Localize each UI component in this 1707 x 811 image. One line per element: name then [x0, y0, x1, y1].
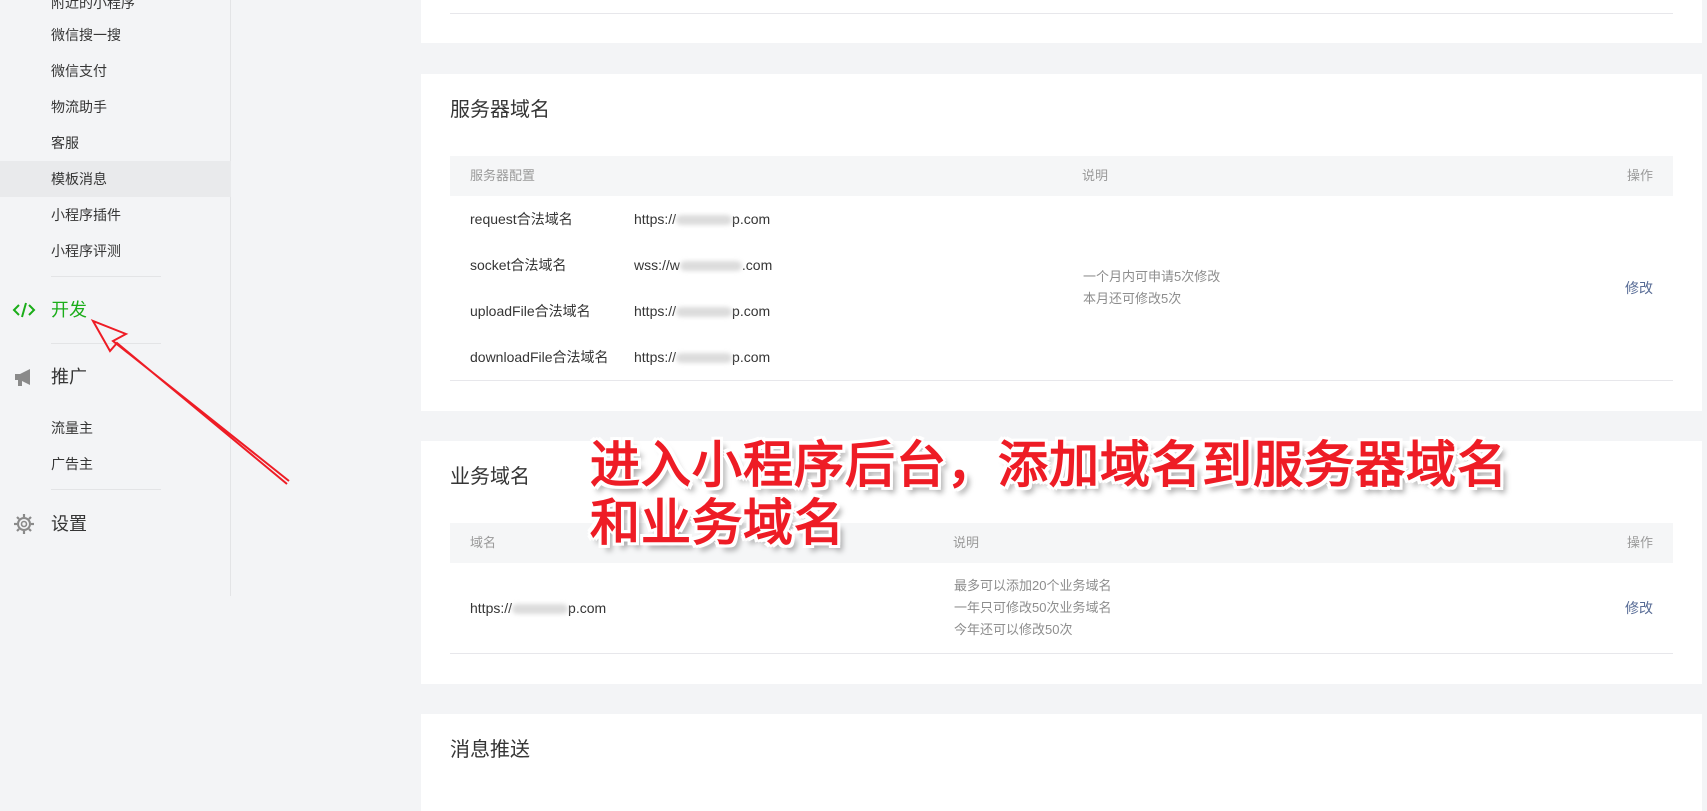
server-domain-title: 服务器域名	[450, 99, 550, 121]
sidebar-item-wechat-search[interactable]: 微信搜一搜	[51, 26, 121, 44]
business-domain-title: 业务域名	[450, 466, 530, 488]
header-domain: 域名	[470, 535, 497, 550]
server-domain-desc-2: 本月还可修改5次	[1083, 291, 1182, 306]
sidebar-divider	[51, 343, 161, 344]
header-config: 服务器配置	[470, 168, 536, 183]
megaphone-icon	[12, 366, 36, 388]
sidebar-item-plugins[interactable]: 小程序插件	[51, 206, 121, 224]
server-domain-table-header: 服务器配置 说明 操作	[450, 156, 1673, 196]
message-push-card: 消息推送	[421, 714, 1702, 811]
sidebar-group-dev[interactable]: 开发	[0, 295, 231, 325]
row-divider	[450, 13, 1673, 14]
header-op: 操作	[1626, 168, 1653, 183]
sidebar-group-settings-label: 设置	[51, 514, 87, 534]
sidebar-item-logistics[interactable]: 物流助手	[51, 98, 107, 116]
business-domain-desc-2: 一年只可修改50次业务域名	[954, 600, 1112, 615]
gear-icon	[12, 513, 36, 535]
header-op: 操作	[1626, 535, 1653, 550]
annotation-caption: 进入小程序后台，添加域名到服务器域名 和业务域名	[590, 436, 1590, 552]
sidebar-divider	[51, 489, 161, 490]
sidebar-group-promo[interactable]: 推广	[0, 362, 231, 392]
sidebar-group-promo-label: 推广	[51, 367, 87, 387]
previous-section-card	[421, 0, 1702, 43]
row-download-label: downloadFile合法域名	[470, 349, 609, 365]
message-push-title: 消息推送	[450, 739, 530, 761]
sidebar-item-template-message[interactable]: 模板消息	[0, 161, 231, 197]
code-icon	[12, 299, 36, 321]
row-socket-value: wss://w .com	[634, 257, 773, 273]
business-domain-desc-1: 最多可以添加20个业务域名	[954, 578, 1112, 593]
business-domain-modify-link[interactable]: 修改	[1625, 599, 1653, 617]
annotation-line-1: 进入小程序后台，添加域名到服务器域名	[590, 436, 1508, 494]
server-domain-modify-link[interactable]: 修改	[1625, 279, 1653, 297]
row-download-value: https://p.com	[634, 349, 771, 365]
row-socket-label: socket合法域名	[470, 257, 567, 273]
row-upload-label: uploadFile合法域名	[470, 303, 591, 319]
row-request-value: https://p.com	[634, 211, 771, 227]
header-desc: 说明	[1082, 168, 1109, 183]
server-domain-card: 服务器域名 服务器配置 说明 操作 request合法域名 https://p.…	[421, 74, 1702, 411]
row-request-label: request合法域名	[470, 211, 573, 227]
sidebar-item-traffic-owner[interactable]: 流量主	[51, 419, 93, 437]
sidebar-divider	[51, 276, 161, 277]
sidebar-item-wechat-pay[interactable]: 微信支付	[51, 62, 107, 80]
sidebar-item-nearby-miniprogram[interactable]: 附近的小程序	[51, 0, 135, 12]
sidebar-item-evaluation[interactable]: 小程序评测	[51, 242, 121, 260]
row-divider	[450, 653, 1673, 654]
sidebar-item-customer-service[interactable]: 客服	[51, 134, 79, 152]
row-divider	[450, 380, 1673, 381]
sidebar-group-settings[interactable]: 设置	[0, 509, 231, 539]
sidebar-item-advertiser[interactable]: 广告主	[51, 455, 93, 473]
row-upload-value: https://p.com	[634, 303, 771, 319]
business-domain-value: https://p.com	[470, 600, 607, 616]
annotation-line-2: 和业务域名	[590, 494, 845, 552]
sidebar-group-dev-label: 开发	[51, 300, 87, 320]
business-domain-desc-3: 今年还可以修改50次	[954, 622, 1073, 637]
server-domain-desc-1: 一个月内可申请5次修改	[1083, 269, 1221, 284]
sidebar: 附近的小程序 微信搜一搜 微信支付 物流助手 客服 模板消息 小程序插件 小程序…	[0, 0, 231, 596]
